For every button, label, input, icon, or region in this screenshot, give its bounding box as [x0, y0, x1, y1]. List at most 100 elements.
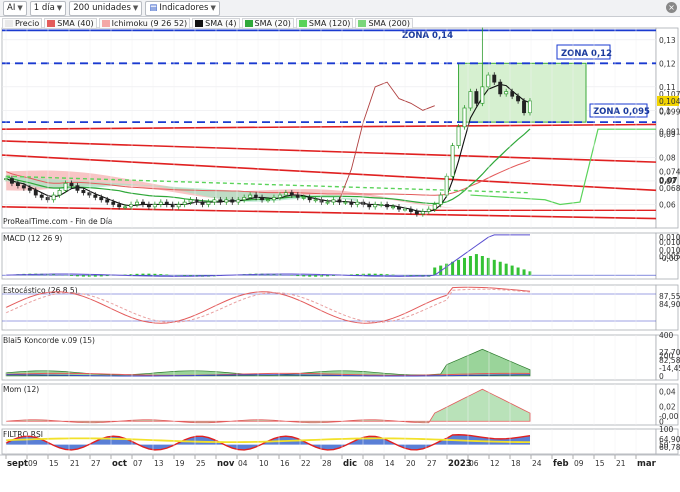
- macd-bar: [165, 274, 169, 276]
- candle-body: [105, 199, 110, 203]
- macd-bar: [468, 256, 472, 276]
- price-y-tick: 0,08: [659, 153, 676, 162]
- x-tick-label: 16: [280, 459, 290, 468]
- x-tick-label: 19: [175, 459, 185, 468]
- candle-body: [385, 204, 390, 208]
- legend-label: SMA (200): [368, 18, 410, 28]
- macd-bar: [159, 274, 163, 276]
- x-tick-label: 10: [259, 459, 269, 468]
- toolbar: AI ▼ 1 día ▼ 200 unidades ▼ ▤ Indicadores ▼ ×: [0, 0, 680, 17]
- indicators-button[interactable]: ▤ Indicadores ▼: [145, 0, 220, 16]
- macd-bar: [326, 275, 330, 277]
- rsi-y-tick: 100: [659, 425, 674, 434]
- candle-body: [510, 91, 515, 97]
- candle-body: [444, 175, 449, 196]
- candle-body: [218, 199, 223, 203]
- x-tick-label: dic: [343, 459, 357, 469]
- macd-bar: [81, 275, 85, 277]
- chevron-down-icon: ▼: [56, 4, 63, 12]
- legend-item[interactable]: Precio: [2, 17, 43, 29]
- candle-body: [289, 192, 294, 196]
- period-select[interactable]: 1 día ▼: [29, 0, 67, 16]
- macd-bar: [135, 273, 139, 276]
- x-tick-label: feb: [553, 459, 569, 469]
- x-tick-label: 12: [490, 459, 500, 468]
- candle-body: [325, 201, 330, 204]
- price-y-tick: 0,13: [659, 36, 676, 45]
- macd-title: MACD (12 26 9): [3, 234, 62, 243]
- candle-body: [307, 197, 312, 201]
- stoch-last-label: 84,90: [659, 300, 680, 309]
- macd-bar: [480, 256, 484, 276]
- x-tick-label: 24: [532, 459, 542, 468]
- candle-body: [45, 197, 50, 201]
- macd-bar: [379, 273, 383, 276]
- legend-label: Precio: [15, 18, 40, 28]
- candle-body: [75, 185, 80, 191]
- macd-bar: [474, 254, 478, 276]
- legend-item[interactable]: Ichimoku (9 26 52): [98, 17, 191, 29]
- chevron-down-icon: ▼: [210, 4, 216, 12]
- legend-swatch: [47, 19, 56, 27]
- candle-body: [146, 204, 151, 208]
- x-tick-label: 20: [406, 459, 416, 468]
- koncorde-last-label: -14,45: [659, 364, 680, 373]
- macd-bar: [486, 257, 490, 276]
- candle-body: [260, 197, 264, 201]
- candle-body: [492, 74, 497, 83]
- panel-frame-2: [1, 284, 657, 331]
- candle-body: [21, 185, 26, 189]
- candle-body: [480, 86, 485, 104]
- koncorde-y-tick: 400: [659, 331, 674, 340]
- candle-body: [164, 201, 169, 205]
- x-tick-label: 06: [469, 459, 479, 468]
- legend-swatch: [358, 19, 367, 27]
- x-tick-label: 22: [301, 459, 311, 468]
- candle-body: [313, 199, 318, 202]
- legend-item[interactable]: SMA (20): [241, 17, 294, 29]
- legend-item[interactable]: SMA (200): [355, 17, 413, 29]
- candle-body: [474, 91, 479, 104]
- candle-body: [361, 201, 366, 205]
- x-tick-label: 28: [322, 459, 332, 468]
- x-tick-label: 25: [196, 459, 206, 468]
- candle-body: [373, 204, 378, 208]
- last-value-label: 0,104: [659, 97, 680, 106]
- rsi-last-label: 60,78: [659, 443, 680, 452]
- mom-y-tick: 0,02: [659, 402, 676, 411]
- candle-body: [158, 201, 163, 205]
- candle-body: [504, 91, 509, 95]
- macd-bar: [516, 267, 520, 276]
- legend-item[interactable]: SMA (4): [192, 17, 240, 29]
- mom-title: Mom (12): [3, 385, 39, 394]
- x-tick-label: nov: [217, 459, 235, 469]
- candle-body: [462, 107, 467, 128]
- candle-body: [93, 194, 98, 198]
- legend-label: SMA (20): [254, 18, 291, 28]
- candle-body: [283, 192, 288, 196]
- candle-body: [367, 204, 372, 208]
- candle-body: [420, 211, 425, 215]
- ticker-select[interactable]: AI ▼: [3, 0, 27, 16]
- x-tick-label: 15: [595, 459, 605, 468]
- candle-body: [33, 190, 38, 196]
- candle-body: [397, 206, 401, 210]
- candle-body: [242, 197, 247, 201]
- units-value: 200 unidades: [73, 3, 131, 13]
- x-tick-label: 09: [28, 459, 38, 468]
- candle-body: [408, 208, 413, 212]
- legend-item[interactable]: SMA (40): [44, 17, 97, 29]
- candle-body: [194, 199, 199, 203]
- x-tick-label: 21: [70, 459, 80, 468]
- legend-label: Ichimoku (9 26 52): [111, 18, 188, 28]
- candle-body: [432, 204, 437, 210]
- close-icon[interactable]: ×: [666, 2, 677, 13]
- x-tick-label: 13: [154, 459, 164, 468]
- macd-bar: [504, 263, 508, 276]
- units-select[interactable]: 200 unidades ▼: [69, 0, 143, 16]
- candle-body: [10, 178, 14, 184]
- legend-item[interactable]: SMA (120): [295, 17, 354, 29]
- candle-body: [379, 204, 384, 206]
- candle-body: [331, 199, 336, 203]
- x-tick-label: 27: [427, 459, 437, 468]
